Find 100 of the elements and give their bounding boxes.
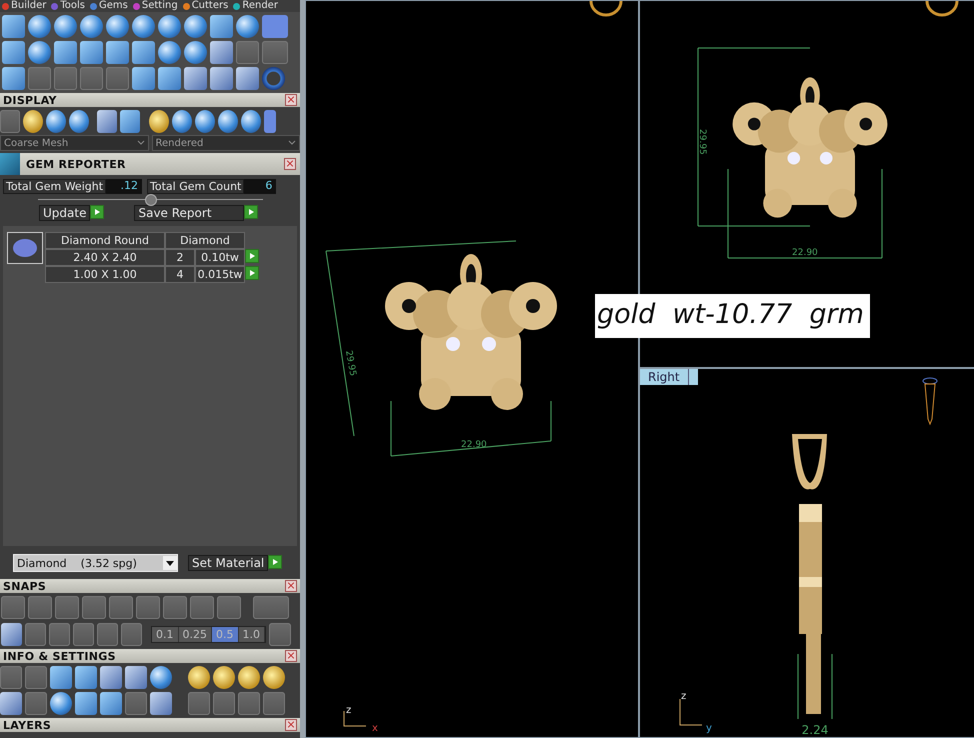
sphere-icon[interactable] xyxy=(28,15,51,38)
play-icon[interactable] xyxy=(244,205,258,219)
sphere-icon[interactable] xyxy=(106,15,129,38)
snap-icon[interactable] xyxy=(49,623,70,646)
menu-tab[interactable]: Render xyxy=(242,0,278,12)
snap-icon[interactable] xyxy=(190,596,214,619)
action-button[interactable]: Update xyxy=(39,205,90,221)
right-viewport[interactable]: Right 2.24 z y xyxy=(639,368,974,738)
snap-icon[interactable] xyxy=(217,596,241,619)
dimension-label: 29.95 xyxy=(697,129,707,155)
snap-icon[interactable] xyxy=(121,623,142,646)
tile-icon[interactable] xyxy=(210,67,233,90)
close-icon[interactable] xyxy=(285,94,297,106)
snap-icon[interactable] xyxy=(163,596,187,619)
sphere-icon[interactable] xyxy=(172,110,192,133)
dimension-label: 22.90 xyxy=(792,248,818,258)
play-icon[interactable] xyxy=(268,555,282,569)
shaded-sphere-icon[interactable] xyxy=(23,110,43,133)
snap-icon[interactable] xyxy=(253,596,289,619)
sphere-icon[interactable] xyxy=(69,110,89,133)
tile-icon[interactable] xyxy=(97,110,117,133)
play-icon[interactable] xyxy=(245,249,259,263)
tile-icon[interactable] xyxy=(210,41,233,64)
tile-icon[interactable] xyxy=(236,67,259,90)
snap-icon[interactable] xyxy=(25,623,46,646)
tile-icon[interactable] xyxy=(0,692,22,715)
sphere-icon[interactable] xyxy=(184,15,207,38)
sphere-icon[interactable] xyxy=(184,41,207,64)
menu-tab[interactable]: Tools xyxy=(60,0,86,12)
view-label[interactable]: Right xyxy=(640,369,688,385)
snap-icon[interactable] xyxy=(109,596,133,619)
sphere-icon[interactable] xyxy=(54,15,77,38)
snap-icon[interactable] xyxy=(82,596,106,619)
sphere-icon[interactable] xyxy=(218,110,238,133)
sphere-icon[interactable] xyxy=(195,110,215,133)
tile-icon[interactable] xyxy=(100,666,122,689)
shaded-sphere-icon[interactable] xyxy=(213,666,235,689)
sphere-icon[interactable] xyxy=(80,15,103,38)
tool-icon[interactable] xyxy=(0,666,22,689)
shaded-sphere-icon[interactable] xyxy=(263,666,285,689)
ring-icon[interactable] xyxy=(262,67,285,90)
shaded-sphere-icon[interactable] xyxy=(149,110,169,133)
action-button[interactable]: Set Material xyxy=(188,555,268,571)
shaded-sphere-icon[interactable] xyxy=(238,666,260,689)
ring-icon xyxy=(924,1,960,17)
close-icon[interactable] xyxy=(285,719,297,731)
play-icon[interactable] xyxy=(90,205,104,219)
close-icon[interactable] xyxy=(285,650,297,662)
shaded-sphere-icon[interactable] xyxy=(188,666,210,689)
grid-icon[interactable] xyxy=(269,623,291,646)
play-icon[interactable] xyxy=(245,266,259,280)
close-icon[interactable] xyxy=(284,158,296,170)
tool-icon[interactable] xyxy=(80,67,103,90)
render-dropdown[interactable]: Rendered xyxy=(152,135,300,151)
close-icon[interactable] xyxy=(285,580,297,592)
increment-toggle[interactable]: 1.0 xyxy=(238,627,265,642)
tile-icon[interactable] xyxy=(184,67,207,90)
tile-icon[interactable] xyxy=(125,666,147,689)
snap-icon[interactable] xyxy=(55,596,79,619)
sphere-icon[interactable] xyxy=(150,666,172,689)
material-dropdown[interactable]: Diamond (3.52 spg) xyxy=(13,554,178,572)
table-cell: 0.10tw xyxy=(195,249,245,266)
action-button[interactable]: Save Report xyxy=(134,205,244,221)
sphere-icon[interactable] xyxy=(158,15,181,38)
sphere-icon[interactable] xyxy=(158,41,181,64)
dimension-label: 22.90 xyxy=(461,440,487,450)
mesh-dropdown[interactable]: Coarse Mesh xyxy=(0,135,148,151)
snap-icon[interactable] xyxy=(1,596,25,619)
menu-tab[interactable]: Gems xyxy=(99,0,128,12)
snap-icon[interactable] xyxy=(1,623,22,646)
sphere-icon[interactable] xyxy=(46,110,66,133)
menu-tab[interactable]: Builder xyxy=(11,0,46,12)
sphere-icon[interactable] xyxy=(50,692,72,715)
weight-note-tooltip: gold wt-10.77 grm xyxy=(595,294,870,338)
sphere-icon[interactable] xyxy=(241,110,261,133)
axis-label: y xyxy=(706,723,712,734)
sphere-icon[interactable] xyxy=(132,15,155,38)
toggle-button[interactable] xyxy=(262,15,288,38)
tool-icon[interactable] xyxy=(106,67,129,90)
column-header: Diamond Round xyxy=(45,232,165,249)
column-header: Diamond xyxy=(165,232,245,249)
snap-icon[interactable] xyxy=(28,596,52,619)
panel-title: GEM REPORTER xyxy=(26,158,127,170)
snap-icon[interactable] xyxy=(136,596,160,619)
toggle-button[interactable] xyxy=(264,110,276,133)
sphere-icon[interactable] xyxy=(28,41,51,64)
slider-handle[interactable] xyxy=(144,194,156,206)
value-field: .12 xyxy=(106,179,142,194)
snap-icon[interactable] xyxy=(97,623,118,646)
snap-icon[interactable] xyxy=(73,623,94,646)
increment-toggle[interactable]: 0.1 xyxy=(152,627,178,642)
table-cell: 0.015tw xyxy=(195,266,245,283)
table-cell: 1.00 X 1.00 xyxy=(45,266,165,283)
axis-label: z xyxy=(346,705,352,716)
menu-tab[interactable]: Cutters xyxy=(192,0,228,12)
sphere-icon[interactable] xyxy=(236,15,259,38)
tile-icon[interactable] xyxy=(150,692,172,715)
menu-tab[interactable]: Setting xyxy=(142,0,178,12)
dimension-label: 2.24 xyxy=(802,723,828,737)
increment-toggle[interactable]: 0.25 xyxy=(178,627,212,642)
